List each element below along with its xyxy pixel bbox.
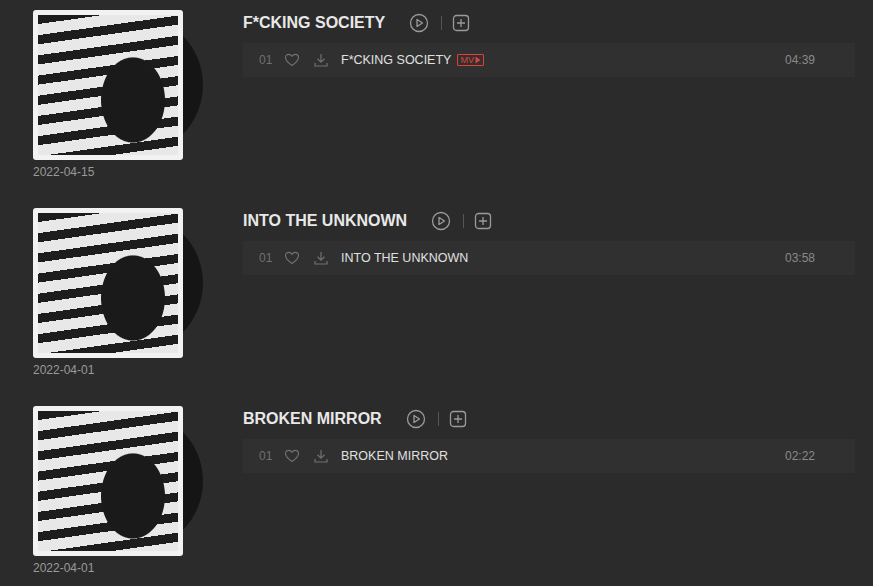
album-header: F*CKING SOCIETY (243, 11, 855, 35)
play-circle-icon[interactable] (406, 409, 426, 429)
mv-label: MV (460, 55, 474, 65)
album-cover-column: 2022-04-15 (33, 10, 243, 208)
track-title[interactable]: F*CKING SOCIETY (341, 53, 451, 67)
album-header: INTO THE UNKNOWN (243, 209, 855, 233)
album-entry: 2022-04-01INTO THE UNKNOWN01INTO THE UNK… (33, 208, 873, 406)
album-cover[interactable] (33, 406, 183, 556)
add-button[interactable] (448, 409, 468, 429)
plus-square-icon[interactable] (473, 211, 493, 231)
separator (438, 412, 439, 426)
track-row[interactable]: 01 INTO THE UNKNOWN 03:58 (243, 241, 855, 275)
album-entry: 2022-04-15F*CKING SOCIETY01F*CKING SOCIE… (33, 10, 873, 208)
play-button[interactable] (409, 13, 429, 33)
heart-icon[interactable] (284, 52, 300, 68)
download-icon[interactable] (313, 52, 329, 68)
album-list: 2022-04-15F*CKING SOCIETY01F*CKING SOCIE… (0, 0, 873, 586)
album-cover[interactable] (33, 10, 183, 160)
track-title[interactable]: INTO THE UNKNOWN (341, 251, 468, 265)
track-row[interactable]: 01 BROKEN MIRROR 02:22 (243, 439, 855, 473)
like-button[interactable] (283, 447, 301, 465)
download-icon[interactable] (313, 250, 329, 266)
play-button[interactable] (406, 409, 426, 429)
track-duration: 03:58 (785, 251, 815, 265)
download-button[interactable] (312, 447, 330, 465)
cover-wrap[interactable] (33, 406, 205, 556)
track-row[interactable]: 01 F*CKING SOCIETY MV 04:39 (243, 43, 855, 77)
track-number: 01 (259, 251, 283, 265)
track-duration: 04:39 (785, 53, 815, 67)
plus-square-icon[interactable] (448, 409, 468, 429)
play-circle-icon[interactable] (409, 13, 429, 33)
add-button[interactable] (451, 13, 471, 33)
album-cover-column: 2022-04-01 (33, 406, 243, 586)
cover-wrap[interactable] (33, 208, 205, 358)
play-triangle-icon (475, 56, 481, 64)
release-date: 2022-04-01 (33, 362, 243, 378)
release-date: 2022-04-01 (33, 560, 243, 576)
heart-icon[interactable] (284, 250, 300, 266)
cover-wrap[interactable] (33, 10, 205, 160)
like-button[interactable] (283, 249, 301, 267)
separator (463, 214, 464, 228)
download-icon[interactable] (313, 448, 329, 464)
download-button[interactable] (312, 51, 330, 69)
album-entry: 2022-04-01 BROKEN MIRROR 01 BROKEN MIRROR 02… (33, 406, 873, 586)
album-details: BROKEN MIRROR 01 BROKEN MIRROR 02:22 (243, 406, 855, 586)
add-button[interactable] (473, 211, 493, 231)
plus-square-icon[interactable] (451, 13, 471, 33)
release-date: 2022-04-15 (33, 164, 243, 180)
like-button[interactable] (283, 51, 301, 69)
separator (441, 16, 442, 30)
download-button[interactable] (312, 249, 330, 267)
album-title[interactable]: F*CKING SOCIETY (243, 14, 385, 32)
album-title[interactable]: BROKEN MIRROR (243, 410, 382, 428)
album-header: BROKEN MIRROR (243, 407, 855, 431)
album-cover[interactable] (33, 208, 183, 358)
track-number: 01 (259, 449, 283, 463)
play-circle-icon[interactable] (431, 211, 451, 231)
album-cover-column: 2022-04-01 (33, 208, 243, 406)
album-title[interactable]: INTO THE UNKNOWN (243, 212, 407, 230)
heart-icon[interactable] (284, 448, 300, 464)
track-duration: 02:22 (785, 449, 815, 463)
album-details: INTO THE UNKNOWN 01 INTO THE UNKNOWN 03:58 (243, 208, 855, 406)
album-details: F*CKING SOCIETY 01 F*CKING SOCIETY MV 04:39 (243, 10, 855, 208)
track-number: 01 (259, 53, 283, 67)
track-title[interactable]: BROKEN MIRROR (341, 449, 448, 463)
play-button[interactable] (431, 211, 451, 231)
mv-badge[interactable]: MV (457, 54, 484, 66)
